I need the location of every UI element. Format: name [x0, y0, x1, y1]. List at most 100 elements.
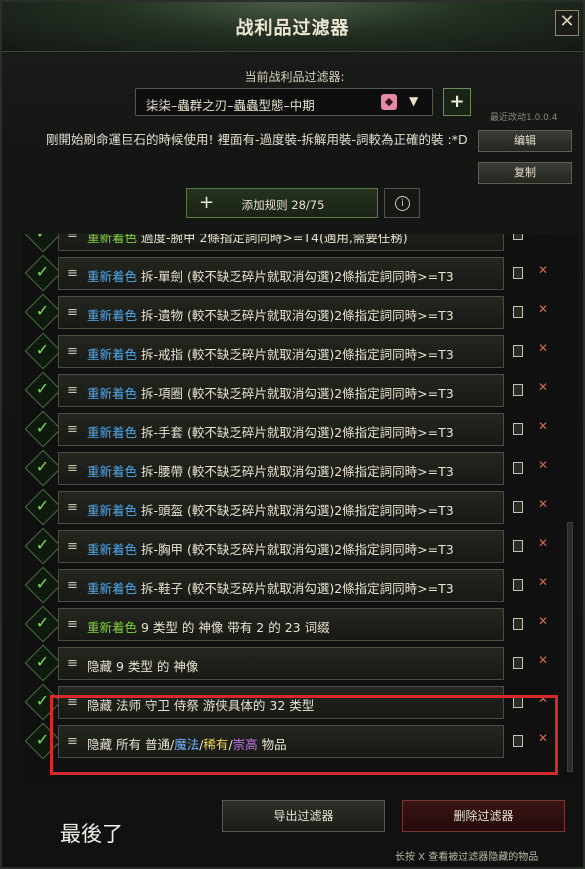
rule-enabled-checkbox[interactable]: ✓ — [24, 254, 62, 292]
copy-rule-icon[interactable] — [513, 267, 523, 279]
rule-box[interactable]: ≡ 重新着色 拆-項圈 (較不缺乏碎片就取消勾選)2條指定詞同時>=T3 — [58, 374, 504, 407]
drag-handle-icon[interactable]: ≡ — [67, 234, 78, 242]
export-filter-button[interactable]: 导出过滤器 — [222, 800, 385, 832]
rule-box[interactable]: ≡ 重新着色 拆-戒指 (較不缺乏碎片就取消勾選)2條指定詞同時>=T3 — [58, 335, 504, 368]
copy-rule-icon[interactable] — [513, 735, 523, 747]
rule-row[interactable]: ✓ ≡ 重新着色 拆-頭盔 (較不缺乏碎片就取消勾選)2條指定詞同時>=T3 ✕ — [22, 488, 578, 527]
rule-enabled-checkbox[interactable]: ✓ — [24, 293, 62, 331]
drag-handle-icon[interactable]: ≡ — [67, 266, 78, 281]
rule-box[interactable]: ≡ 重新着色 拆-胸甲 (較不缺乏碎片就取消勾選)2條指定詞同時>=T3 — [58, 530, 504, 563]
delete-rule-icon[interactable]: ✕ — [538, 341, 548, 355]
rule-box[interactable]: ≡ 重新着色 拆-遺物 (較不缺乏碎片就取消勾選)2條指定詞同時>=T3 — [58, 296, 504, 329]
drag-handle-icon[interactable]: ≡ — [67, 344, 78, 359]
rule-row[interactable]: ✓ ≡ 重新着色 拆-項圈 (較不缺乏碎片就取消勾選)2條指定詞同時>=T3 ✕ — [22, 371, 578, 410]
delete-rule-icon[interactable]: ✕ — [538, 497, 548, 511]
rule-action: 重新着色 — [87, 347, 138, 362]
delete-rule-icon[interactable]: ✕ — [538, 575, 548, 589]
drag-handle-icon[interactable]: ≡ — [67, 695, 78, 710]
chevron-down-icon: ▼ — [409, 94, 419, 108]
rule-row[interactable]: ✓ ≡ 重新着色 拆-戒指 (較不缺乏碎片就取消勾選)2條指定詞同時>=T3 ✕ — [22, 332, 578, 371]
copy-rule-icon[interactable] — [513, 234, 523, 240]
rule-box[interactable]: ≡ 重新着色 拆-鞋子 (較不缺乏碎片就取消勾選)2條指定詞同時>=T3 — [58, 569, 504, 602]
title-bar: 战利品过滤器 ✕ — [2, 2, 583, 52]
filter-select-dropdown[interactable]: 柒柒–蟲群之刃–蟲蟲型態–中期 ◆ ▼ — [135, 88, 433, 116]
copy-rule-icon[interactable] — [513, 384, 523, 396]
drag-handle-icon[interactable]: ≡ — [67, 383, 78, 398]
rule-box[interactable]: ≡ 隐藏 法师 守卫 侍祭 游侠具体的 32 类型 — [58, 686, 504, 719]
drag-handle-icon[interactable]: ≡ — [67, 461, 78, 476]
rule-box[interactable]: ≡ 隐藏 所有 普通/魔法/稀有/崇高 物品 — [58, 725, 504, 758]
copy-rule-icon[interactable] — [513, 657, 523, 669]
copy-rule-icon[interactable] — [513, 462, 523, 474]
copy-rule-icon[interactable] — [513, 423, 523, 435]
rule-enabled-checkbox[interactable]: ✓ — [24, 234, 62, 253]
drag-handle-icon[interactable]: ≡ — [67, 578, 78, 593]
drag-handle-icon[interactable]: ≡ — [67, 422, 78, 437]
delete-filter-button[interactable]: 删除过滤器 — [402, 800, 565, 832]
delete-rule-icon[interactable]: ✕ — [538, 614, 548, 628]
copy-rule-icon[interactable] — [513, 501, 523, 513]
rule-enabled-checkbox[interactable]: ✓ — [24, 488, 62, 526]
delete-rule-icon[interactable]: ✕ — [538, 653, 548, 667]
delete-rule-icon[interactable]: ✕ — [538, 536, 548, 550]
copy-rule-icon[interactable] — [513, 540, 523, 552]
copy-rule-icon[interactable] — [513, 696, 523, 708]
add-rule-button[interactable]: + 添加规则 28/75 — [186, 188, 378, 218]
close-button[interactable]: ✕ — [555, 10, 579, 36]
drag-handle-icon[interactable]: ≡ — [67, 305, 78, 320]
rule-row[interactable]: ✓ ≡ 重新着色 拆-腰帶 (較不缺乏碎片就取消勾選)2條指定詞同時>=T3 ✕ — [22, 449, 578, 488]
copy-rule-icon[interactable] — [513, 306, 523, 318]
drag-handle-icon[interactable]: ≡ — [67, 656, 78, 671]
rule-enabled-checkbox[interactable]: ✓ — [24, 644, 62, 682]
rule-row[interactable]: ✓ ≡ 重新着色 拆-胸甲 (較不缺乏碎片就取消勾選)2條指定詞同時>=T3 ✕ — [22, 527, 578, 566]
drag-handle-icon[interactable]: ≡ — [67, 539, 78, 554]
rule-row[interactable]: ✓ ≡ 重新着色 拆-單劍 (較不缺乏碎片就取消勾選)2條指定詞同時>=T3 ✕ — [22, 254, 578, 293]
delete-rule-icon[interactable]: ✕ — [538, 302, 548, 316]
rule-enabled-checkbox[interactable]: ✓ — [24, 722, 62, 760]
drag-handle-icon[interactable]: ≡ — [67, 734, 78, 749]
rule-enabled-checkbox[interactable]: ✓ — [24, 371, 62, 409]
info-button[interactable]: i — [384, 188, 420, 218]
rule-box[interactable]: ≡ 隐藏 9 类型 的 神像 — [58, 647, 504, 680]
rule-box[interactable]: ≡ 重新着色 拆-單劍 (較不缺乏碎片就取消勾選)2條指定詞同時>=T3 — [58, 257, 504, 290]
rule-row[interactable]: ✓ ≡ 重新着色 9 类型 的 神像 带有 2 的 23 词缀 ✕ — [22, 605, 578, 644]
rule-row[interactable]: ✓ ≡ 重新着色 拆-鞋子 (較不缺乏碎片就取消勾選)2條指定詞同時>=T3 ✕ — [22, 566, 578, 605]
drag-handle-icon[interactable]: ≡ — [67, 617, 78, 632]
rule-condition: 拆-鞋子 (較不缺乏碎片就取消勾選)2條指定詞同時>=T3 — [137, 581, 454, 596]
rule-row[interactable]: ✓ ≡ 重新着色 過度-腕甲 2條指定詞同時>=T4(適用,需要任務) ✕ — [22, 234, 578, 254]
copy-button[interactable]: 复制 — [478, 162, 572, 184]
rule-enabled-checkbox[interactable]: ✓ — [24, 605, 62, 643]
delete-rule-icon[interactable]: ✕ — [538, 380, 548, 394]
delete-rule-icon[interactable]: ✕ — [538, 234, 548, 238]
rule-enabled-checkbox[interactable]: ✓ — [24, 527, 62, 565]
rule-enabled-checkbox[interactable]: ✓ — [24, 410, 62, 448]
rule-box[interactable]: ≡ 重新着色 拆-腰帶 (較不缺乏碎片就取消勾選)2條指定詞同時>=T3 — [58, 452, 504, 485]
copy-rule-icon[interactable] — [513, 579, 523, 591]
delete-rule-icon[interactable]: ✕ — [538, 692, 548, 706]
rule-row[interactable]: ✓ ≡ 重新着色 拆-遺物 (較不缺乏碎片就取消勾選)2條指定詞同時>=T3 ✕ — [22, 293, 578, 332]
rule-box[interactable]: ≡ 重新着色 拆-手套 (較不缺乏碎片就取消勾選)2條指定詞同時>=T3 — [58, 413, 504, 446]
delete-rule-icon[interactable]: ✕ — [538, 731, 548, 745]
delete-rule-icon[interactable]: ✕ — [538, 458, 548, 472]
rule-row[interactable]: ✓ ≡ 隐藏 9 类型 的 神像 ✕ — [22, 644, 578, 683]
rule-text: 重新着色 拆-胸甲 (較不缺乏碎片就取消勾選)2條指定詞同時>=T3 — [87, 539, 454, 558]
copy-rule-icon[interactable] — [513, 618, 523, 630]
rule-row[interactable]: ✓ ≡ 隐藏 所有 普通/魔法/稀有/崇高 物品 ✕ — [22, 722, 578, 761]
rule-enabled-checkbox[interactable]: ✓ — [24, 683, 62, 721]
add-filter-button[interactable]: + — [443, 88, 471, 116]
rule-enabled-checkbox[interactable]: ✓ — [24, 449, 62, 487]
rule-enabled-checkbox[interactable]: ✓ — [24, 332, 62, 370]
rule-row[interactable]: ✓ ≡ 重新着色 拆-手套 (較不缺乏碎片就取消勾選)2條指定詞同時>=T3 ✕ — [22, 410, 578, 449]
rules-scrollbar[interactable] — [567, 522, 573, 772]
rule-enabled-checkbox[interactable]: ✓ — [24, 566, 62, 604]
edit-button[interactable]: 编辑 — [478, 130, 572, 152]
rule-box[interactable]: ≡ 重新着色 拆-頭盔 (較不缺乏碎片就取消勾選)2條指定詞同時>=T3 — [58, 491, 504, 524]
copy-rule-icon[interactable] — [513, 345, 523, 357]
rule-row[interactable]: ✓ ≡ 隐藏 法师 守卫 侍祭 游侠具体的 32 类型 ✕ — [22, 683, 578, 722]
rule-box[interactable]: ≡ 重新着色 過度-腕甲 2條指定詞同時>=T4(適用,需要任務) — [58, 234, 504, 251]
rule-box[interactable]: ≡ 重新着色 9 类型 的 神像 带有 2 的 23 词缀 — [58, 608, 504, 641]
drag-handle-icon[interactable]: ≡ — [67, 500, 78, 515]
delete-rule-icon[interactable]: ✕ — [538, 263, 548, 277]
filter-icon: ◆ — [381, 94, 397, 110]
delete-rule-icon[interactable]: ✕ — [538, 419, 548, 433]
